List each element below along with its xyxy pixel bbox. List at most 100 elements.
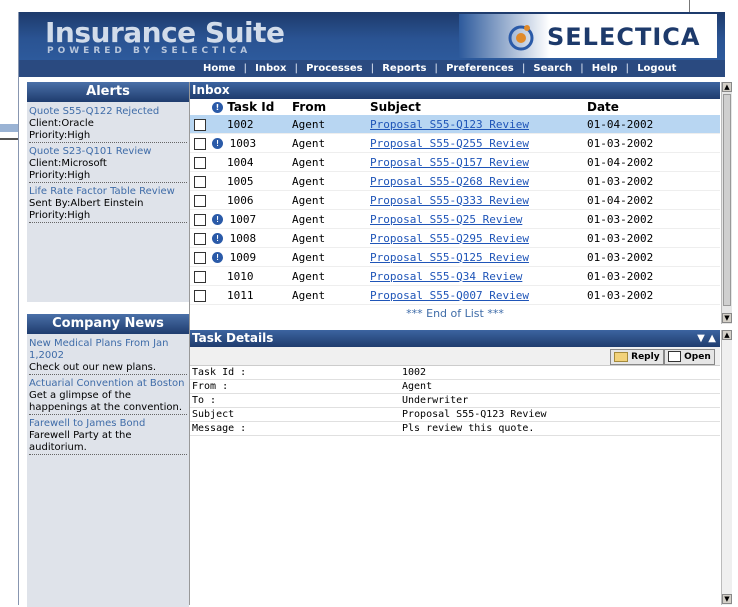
task-row[interactable]: 1010 Agent Proposal S55-Q34 Review 01-03-20… xyxy=(190,266,720,286)
row-checkbox[interactable] xyxy=(194,194,206,207)
subject-link[interactable]: Proposal S55-Q255 Review xyxy=(370,137,529,150)
nav-reports[interactable]: Reports xyxy=(374,63,434,74)
alert-detail: Sent By:Albert Einstein xyxy=(29,198,144,209)
news-link[interactable]: New Medical Plans From Jan 1,2002 xyxy=(29,338,187,362)
task-id-cell: ! 1003 xyxy=(212,133,292,153)
detail-value: Agent xyxy=(402,381,433,392)
news-summary: Farewell Party at the auditorium. xyxy=(29,430,187,455)
details-scrollbar[interactable]: ▲ ▼ xyxy=(721,330,732,605)
subject-link[interactable]: Proposal S55-Q125 Review xyxy=(370,251,529,264)
task-row[interactable]: ! 1007 Agent Proposal S55-Q25 Review 01-03-… xyxy=(190,209,720,229)
subject-cell: Proposal S55-Q295 Review xyxy=(370,228,587,248)
date-cell: 01-04-2002 xyxy=(587,152,720,172)
task-id: 1011 xyxy=(227,288,254,302)
reply-button[interactable]: Reply xyxy=(610,349,664,365)
row-checkbox[interactable] xyxy=(194,118,206,131)
nav-left-strip xyxy=(19,60,195,77)
nav-help[interactable]: Help xyxy=(584,63,626,74)
alert-link[interactable]: Quote S55-Q122 Rejected xyxy=(29,106,187,118)
task-row[interactable]: 1011 Agent Proposal S55-Q007 Review 01-03-2… xyxy=(190,285,720,305)
row-checkbox[interactable] xyxy=(194,213,206,226)
scroll-down-icon[interactable]: ▼ xyxy=(722,313,732,323)
row-checkbox-cell xyxy=(190,247,212,267)
app-header: Insurance Suite POWERED BY SELECTICA SEL… xyxy=(19,12,725,60)
info-icon: ! xyxy=(212,102,223,113)
detail-row: To : Underwriter xyxy=(190,394,720,408)
detail-label: Message : xyxy=(192,423,247,434)
nav-logout[interactable]: Logout xyxy=(629,63,684,74)
detail-value: Pls review this quote. xyxy=(402,423,535,434)
window-edge xyxy=(689,0,738,12)
inbox-panel: Inbox ! Task Id From Subject Date 1002 Ag… xyxy=(190,82,720,324)
news-link[interactable]: Farewell to James Bond xyxy=(29,418,187,430)
background-window-fragment xyxy=(0,124,18,160)
detail-value: Underwriter xyxy=(402,395,469,406)
main-content: Inbox ! Task Id From Subject Date 1002 Ag… xyxy=(189,82,732,605)
task-id-cell: 1006 xyxy=(212,190,292,210)
task-table-header: ! Task Id From Subject Date xyxy=(190,99,720,115)
row-checkbox[interactable] xyxy=(194,156,206,169)
inbox-header: Inbox xyxy=(190,82,720,99)
row-checkbox[interactable] xyxy=(194,137,206,150)
alert-detail: Client:Oracle xyxy=(29,118,94,129)
row-checkbox[interactable] xyxy=(194,175,206,188)
date-cell: 01-03-2002 xyxy=(587,133,720,153)
open-label: Open xyxy=(684,352,711,362)
row-checkbox[interactable] xyxy=(194,251,206,264)
row-checkbox[interactable] xyxy=(194,232,206,245)
scroll-up-icon[interactable]: ▲ xyxy=(722,82,732,92)
task-row[interactable]: 1006 Agent Proposal S55-Q333 Review 01-04-2… xyxy=(190,190,720,210)
news-link[interactable]: Actuarial Convention at Boston xyxy=(29,378,187,390)
envelope-icon xyxy=(614,351,628,362)
details-scroll-down-icon[interactable]: ▼ xyxy=(722,594,732,604)
nav-preferences[interactable]: Preferences xyxy=(438,63,522,74)
subject-cell: Proposal S55-Q333 Review xyxy=(370,190,587,210)
subject-link[interactable]: Proposal S55-Q157 Review xyxy=(370,156,529,169)
subject-cell: Proposal S55-Q25 Review xyxy=(370,209,587,229)
subject-cell: Proposal S55-Q34 Review xyxy=(370,266,587,286)
from-cell: Agent xyxy=(292,209,370,229)
app-subtitle: POWERED BY SELECTICA xyxy=(47,46,252,56)
task-id: 1008 xyxy=(229,231,257,245)
subject-cell: Proposal S55-Q007 Review xyxy=(370,285,587,305)
scroll-thumb[interactable] xyxy=(723,94,731,306)
task-row[interactable]: ! 1003 Agent Proposal S55-Q255 Review 01-03… xyxy=(190,133,720,153)
task-details-header: Task Details ▼ ▲ xyxy=(190,330,720,347)
task-id: 1005 xyxy=(227,174,254,188)
detail-row: From : Agent xyxy=(190,380,720,394)
top-strip xyxy=(0,0,738,12)
open-button[interactable]: Open xyxy=(664,349,715,365)
task-row[interactable]: 1005 Agent Proposal S55-Q268 Review 01-03-2… xyxy=(190,171,720,191)
collapse-toggle-icon[interactable]: ▼ ▲ xyxy=(697,330,716,347)
subject-link[interactable]: Proposal S55-Q295 Review xyxy=(370,232,529,245)
nav-search[interactable]: Search xyxy=(525,63,580,74)
task-row[interactable]: 1002 Agent Proposal S55-Q123 Review 01-04-2… xyxy=(190,115,720,134)
task-row[interactable]: ! 1009 Agent Proposal S55-Q125 Review 01-03… xyxy=(190,247,720,267)
subject-link[interactable]: Proposal S55-Q123 Review xyxy=(370,118,529,131)
book-icon xyxy=(668,351,681,362)
inbox-scrollbar[interactable]: ▲ ▼ xyxy=(721,82,732,324)
subject-link[interactable]: Proposal S55-Q333 Review xyxy=(370,194,529,207)
info-icon: ! xyxy=(212,252,223,263)
info-icon: ! xyxy=(212,214,223,225)
alerts-panel: Quote S55-Q122 Rejected Client:Oracle Prio… xyxy=(27,102,189,302)
alert-link[interactable]: Quote S23-Q101 Review xyxy=(29,146,187,158)
detail-label: To : xyxy=(192,395,217,406)
subject-link[interactable]: Proposal S55-Q007 Review xyxy=(370,289,529,302)
task-row[interactable]: 1004 Agent Proposal S55-Q157 Review 01-04-2… xyxy=(190,152,720,172)
checkbox-col-header xyxy=(190,99,212,115)
nav-home[interactable]: Home xyxy=(195,63,243,74)
task-id-col-header: ! Task Id xyxy=(212,99,292,115)
row-checkbox[interactable] xyxy=(194,270,206,283)
row-checkbox[interactable] xyxy=(194,289,206,302)
from-cell: Agent xyxy=(292,171,370,191)
details-scroll-up-icon[interactable]: ▲ xyxy=(722,330,732,340)
subject-link[interactable]: Proposal S55-Q25 Review xyxy=(370,213,522,226)
nav-processes[interactable]: Processes xyxy=(298,63,370,74)
subject-link[interactable]: Proposal S55-Q268 Review xyxy=(370,175,529,188)
nav-inbox[interactable]: Inbox xyxy=(247,63,294,74)
task-row[interactable]: ! 1008 Agent Proposal S55-Q295 Review 01-03… xyxy=(190,228,720,248)
alert-link[interactable]: Life Rate Factor Table Review xyxy=(29,186,187,198)
subject-link[interactable]: Proposal S55-Q34 Review xyxy=(370,270,522,283)
news-summary: Check out our new plans. xyxy=(29,362,187,375)
